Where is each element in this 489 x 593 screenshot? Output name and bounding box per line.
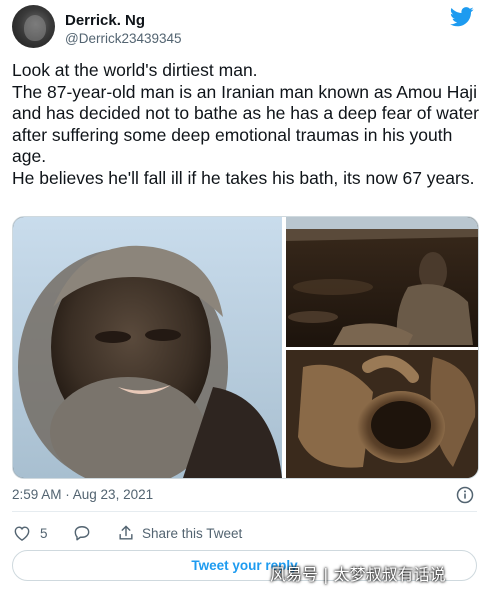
tweet-media[interactable] xyxy=(12,216,479,479)
like-count: 5 xyxy=(40,525,48,541)
share-label: Share this Tweet xyxy=(142,525,243,541)
photo-sitting[interactable] xyxy=(286,217,478,347)
like-button[interactable]: 5 xyxy=(12,521,48,545)
tweet-header: Derrick. Ng @Derrick23439345 xyxy=(12,5,478,51)
reply-icon xyxy=(74,526,90,541)
watermark: 风易号 | 太梦叔叔有话说 xyxy=(270,565,446,584)
tweet-timestamp[interactable]: 2:59 AM · Aug 23, 2021 xyxy=(12,487,153,502)
share-icon xyxy=(119,525,133,540)
tweet-text: Look at the world's dirtiest man. The 87… xyxy=(12,60,480,188)
photo-portrait[interactable] xyxy=(13,217,282,478)
avatar[interactable] xyxy=(12,5,55,48)
photo-bowl[interactable] xyxy=(286,350,478,478)
author-display-name[interactable]: Derrick. Ng xyxy=(65,12,145,29)
heart-icon xyxy=(14,526,30,541)
twitter-bird-icon[interactable] xyxy=(450,7,474,27)
author-handle[interactable]: @Derrick23439345 xyxy=(65,31,182,46)
reply-action-button[interactable] xyxy=(72,521,92,545)
share-button[interactable]: Share this Tweet xyxy=(116,521,242,545)
info-icon[interactable] xyxy=(456,486,474,504)
tweet-actions: 5 Share this Tweet xyxy=(12,521,477,545)
divider xyxy=(12,511,477,512)
